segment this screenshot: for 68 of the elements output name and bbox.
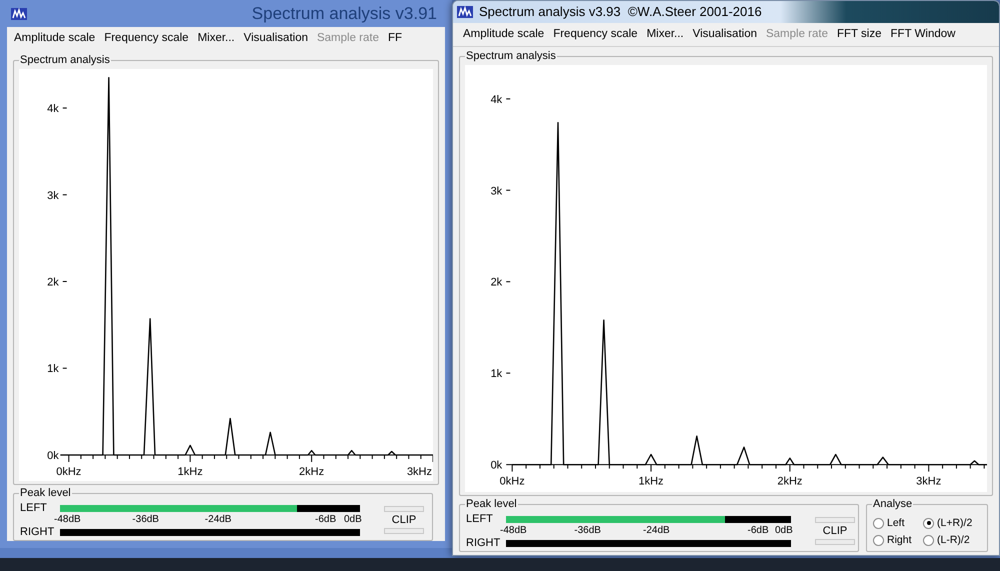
window-title: Spectrum analysis v3.93 ©W.A.Steer 2001-2016 <box>479 3 762 22</box>
scale-label: -24dB <box>643 525 670 537</box>
menu-item[interactable]: FFT Window <box>890 26 956 44</box>
tick-mark <box>62 108 68 109</box>
menu-item[interactable]: Amplitude scale <box>463 26 544 44</box>
tick-mark <box>506 281 511 282</box>
scale-label: -36dB <box>574 525 601 537</box>
axis-label: 4k <box>47 103 59 116</box>
scale-label: -48dB <box>500 525 527 537</box>
axis-label: 4k <box>490 94 502 106</box>
tick-mark <box>62 281 68 282</box>
clip-indicator <box>384 528 424 534</box>
clip-indicator <box>815 517 855 523</box>
radio-button[interactable]: Right <box>873 532 919 548</box>
scale-label: 0dB <box>775 525 793 537</box>
radio-button[interactable]: (L+R)/2 <box>923 515 981 531</box>
axis-label: 2k <box>490 276 502 289</box>
channel-label: LEFT <box>466 513 494 525</box>
tick-mark <box>62 194 68 196</box>
app-icon <box>11 6 27 20</box>
scale-label: -24dB <box>204 514 232 526</box>
axis-label: 0kHz <box>500 476 525 488</box>
menu-item[interactable]: Mixer... <box>198 30 235 48</box>
axis-label: 3kHz <box>916 476 942 488</box>
axis-label: 3k <box>47 190 59 202</box>
radio-button[interactable]: Left <box>873 515 919 531</box>
channel-label: RIGHT <box>20 526 56 538</box>
scale-label: -6dB <box>748 525 769 537</box>
clip-label: CLIP <box>392 514 416 526</box>
tick-mark <box>506 190 511 191</box>
scale-label: -36dB <box>132 514 159 526</box>
scale-label: 0dB <box>344 514 362 526</box>
clip-indicator <box>815 539 855 545</box>
axis-label: 1kHz <box>638 476 664 488</box>
axis-label: 2kHz <box>777 476 802 488</box>
axis-label: 1k <box>490 368 502 380</box>
menu-item[interactable]: Visualisation <box>244 30 308 48</box>
clip-label: CLIP <box>822 525 848 537</box>
radio-button[interactable]: (L-R)/2 <box>923 532 981 548</box>
menu-item[interactable]: Amplitude scale <box>14 30 96 48</box>
axis-label: 3k <box>490 185 502 198</box>
axis-label: 2kHz <box>299 466 324 478</box>
channel-label: RIGHT <box>466 537 502 549</box>
axis-label: 1k <box>47 363 59 376</box>
tick-mark <box>506 98 511 100</box>
group-title: Spectrum analysis <box>465 49 557 63</box>
group-title: Spectrum analysis <box>19 53 111 67</box>
scale-label: -48dB <box>54 514 81 526</box>
scale-label: -6dB <box>315 514 336 526</box>
axis-label: 0kHz <box>56 466 82 478</box>
menu-item[interactable]: Frequency scale <box>104 30 189 48</box>
window-title: Spectrum analysis v3.91 <box>252 2 438 25</box>
axis-label: 0k <box>47 450 59 462</box>
tick-mark <box>506 372 511 374</box>
menu-item[interactable]: FF <box>388 30 402 48</box>
app-icon <box>457 5 473 19</box>
menu-item[interactable]: FFT size <box>837 26 882 44</box>
axis-label: 2k <box>47 276 59 288</box>
menu-item[interactable]: Visualisation <box>692 26 757 44</box>
tick-mark <box>62 368 68 369</box>
axis-label: 0k <box>490 460 502 472</box>
channel-label: LEFT <box>20 502 48 514</box>
axis-label: 1kHz <box>178 466 203 478</box>
clip-indicator <box>384 506 424 512</box>
menu-item[interactable]: Mixer... <box>646 26 684 44</box>
menu-item[interactable]: Frequency scale <box>553 26 638 44</box>
axis-label: 3kHz <box>406 466 432 478</box>
group-title: Analyse <box>872 497 914 511</box>
